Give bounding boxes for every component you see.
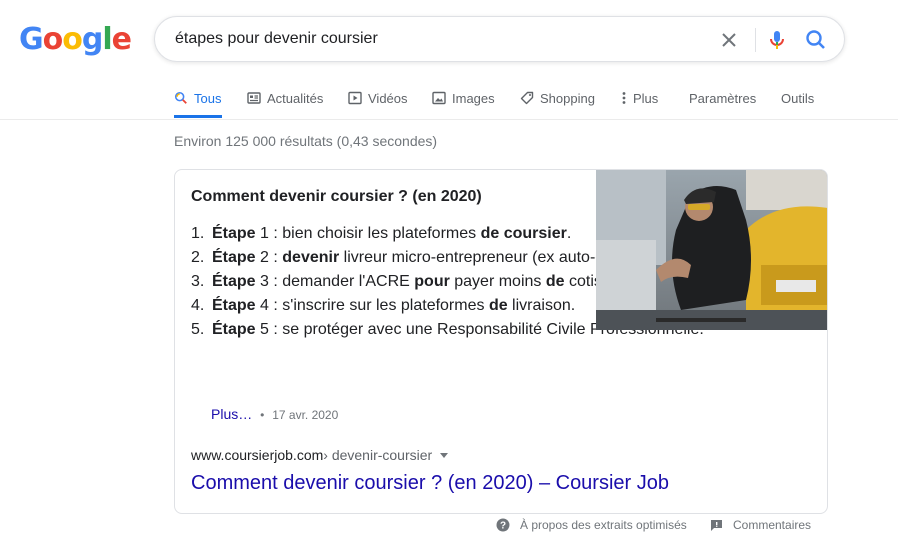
feedback-icon <box>711 519 722 531</box>
tab-shopping[interactable]: Shopping <box>520 78 595 118</box>
tab-videos[interactable]: Vidéos <box>348 78 408 118</box>
step-bold-text: Étape <box>212 321 256 338</box>
snippet-date-sep: • <box>260 408 265 422</box>
step-bold-text: Étape <box>212 273 256 290</box>
step-text: 1 : bien choisir les plateformes <box>255 225 481 242</box>
logo-letter: l <box>102 22 112 57</box>
tab-label: Actualités <box>267 90 324 106</box>
tab-images[interactable]: Images <box>432 78 495 118</box>
step-bold-text: Étape <box>212 297 256 314</box>
step-bold-text: de <box>545 273 565 290</box>
more-link[interactable]: Plus… <box>211 406 252 422</box>
video-icon <box>348 91 362 105</box>
tag-icon <box>520 91 534 105</box>
step-bold-text: Étape <box>212 225 256 242</box>
snippet-title: Comment devenir coursier ? (en 2020) <box>191 188 482 205</box>
logo-letter: g <box>81 22 104 57</box>
search-input[interactable] <box>175 17 695 61</box>
result-title-link[interactable]: Comment devenir coursier ? (en 2020) – C… <box>191 470 669 496</box>
result-stats: Environ 125 000 résultats (0,43 secondes… <box>174 133 438 149</box>
tab-label: Tous <box>194 90 222 106</box>
logo-letter: o <box>42 22 64 57</box>
clear-icon[interactable] <box>717 28 741 52</box>
logo-letter: e <box>111 22 132 57</box>
featured-snippet: Comment devenir coursier ? (en 2020) 1. É… <box>174 169 828 514</box>
about-label: À propos des extraits optimisés <box>520 518 687 532</box>
news-icon <box>247 92 261 104</box>
step-text: 3 : demander l'ACRE <box>255 273 415 290</box>
feedback-link[interactable]: Commentaires <box>710 518 811 532</box>
result-url[interactable]: www.coursierjob.com › devenir-coursier <box>191 447 449 463</box>
step-number: 2. <box>191 249 205 266</box>
about-snippets-link[interactable]: ? À propos des extraits optimisés <box>496 518 687 532</box>
step-number: 1. <box>191 225 205 242</box>
step-text: 4 : s'inscrire sur les plateformes <box>255 297 489 314</box>
search-divider <box>755 28 756 52</box>
chevron-down-icon[interactable] <box>440 452 449 458</box>
tab-label: Outils <box>781 90 815 106</box>
step-bold-text: pour <box>414 273 450 290</box>
step-number: 3. <box>191 273 205 290</box>
step-text: payer moins <box>449 273 546 290</box>
tab-plus[interactable]: Plus <box>621 78 658 118</box>
step-text: . <box>566 225 572 242</box>
step-number: 5. <box>191 321 205 338</box>
snippet-image[interactable] <box>596 170 827 330</box>
step-text: 2 : <box>255 249 283 266</box>
step-bold-text: de <box>488 297 508 314</box>
snippet-date: 17 avr. 2020 <box>272 408 339 422</box>
tab-label: Paramètres <box>689 90 757 106</box>
search-icon <box>174 91 187 104</box>
image-icon <box>432 91 446 105</box>
tab-tous[interactable]: Tous <box>174 78 221 118</box>
step-bold-text: de coursier <box>480 225 567 242</box>
url-domain: www.coursierjob.com <box>191 447 324 463</box>
logo-letter: G <box>19 22 44 57</box>
tab-actualites[interactable]: Actualités <box>247 78 323 118</box>
step-bold-text: Étape <box>212 249 256 266</box>
more-vert-icon <box>622 92 626 104</box>
help-icon: ? <box>496 518 510 532</box>
active-tab-indicator <box>174 115 222 118</box>
mic-icon[interactable] <box>765 28 789 52</box>
step-number: 4. <box>191 297 205 314</box>
url-path: › devenir-coursier <box>323 447 433 463</box>
feedback-label: Commentaires <box>733 518 812 532</box>
search-icon[interactable] <box>803 27 829 53</box>
tab-label: Images <box>452 90 495 106</box>
tab-outils[interactable]: Outils <box>781 78 814 118</box>
tab-label: Shopping <box>540 90 595 106</box>
step-bold-text: devenir <box>282 249 340 266</box>
search-box <box>154 16 845 62</box>
more-row: Plus… • 17 avr. 2020 <box>211 406 338 422</box>
header-divider <box>0 119 898 120</box>
logo-letter: o <box>62 22 83 57</box>
tab-label: Vidéos <box>368 90 408 106</box>
tab-label: Plus <box>633 90 659 106</box>
svg-text:?: ? <box>500 521 506 532</box>
google-logo[interactable]: Google <box>19 22 132 58</box>
step-text: livraison. <box>507 297 576 314</box>
tab-parametres[interactable]: Paramètres <box>689 78 756 118</box>
